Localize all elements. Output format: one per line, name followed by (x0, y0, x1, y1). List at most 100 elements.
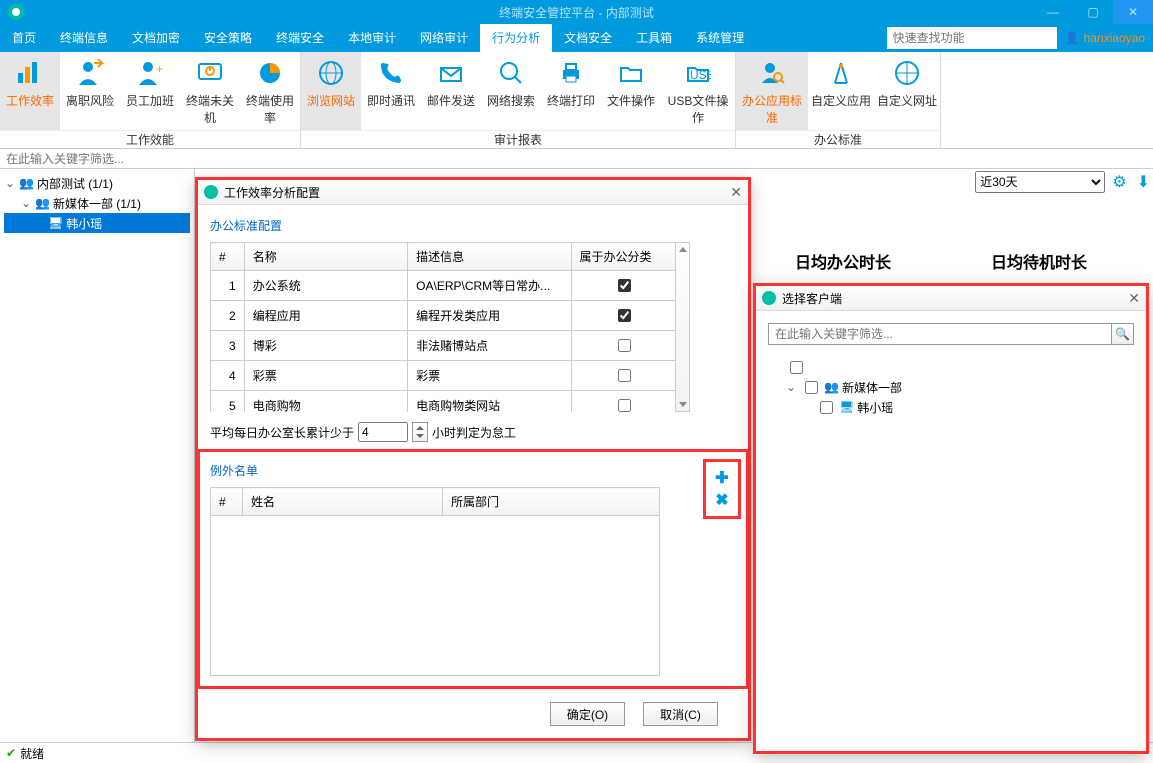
col-desc[interactable]: 描述信息 (408, 243, 571, 271)
client-root-checkbox[interactable] (790, 361, 803, 374)
ribbon-email[interactable]: 邮件发送 (421, 52, 481, 130)
dialog1-title: 工作效率分析配置 (224, 184, 320, 201)
status-text: 就绪 (20, 745, 44, 762)
dialog-logo-icon (204, 185, 218, 199)
exception-add-button[interactable]: ✚ (712, 468, 732, 488)
client-tree-root[interactable] (768, 357, 1134, 377)
category-checkbox[interactable] (618, 339, 631, 352)
stat-office-time: 日均办公时长 (795, 249, 891, 273)
menu-local-audit[interactable]: 本地审计 (336, 24, 408, 52)
avg-hours-input[interactable] (358, 422, 408, 442)
client-search-button[interactable]: 🔍 (1112, 323, 1134, 345)
expand-icon[interactable]: ⌄ (20, 196, 32, 210)
dialog1-close-icon[interactable]: ✕ (730, 184, 742, 201)
ribbon-usb-ops[interactable]: USBUSB文件操作 (661, 52, 735, 130)
table-row: 1办公系统OA\ERP\CRM等日常办... (211, 271, 677, 301)
compass-icon (826, 58, 856, 88)
col-name[interactable]: 名称 (244, 243, 407, 271)
client-tree-group[interactable]: ⌄ 👥 新媒体一部 (768, 377, 1134, 397)
menu-system-management[interactable]: 系统管理 (684, 24, 756, 52)
menu-terminal-security[interactable]: 终端安全 (264, 24, 336, 52)
search-globe-icon (496, 58, 526, 88)
table-row: 5电商购物电商购物类网站 (211, 391, 677, 413)
menu-doc-security[interactable]: 文档安全 (552, 24, 624, 52)
dialog-logo-icon (762, 291, 776, 305)
tree-group[interactable]: ⌄ 👥 新媒体一部 (1/1) (4, 193, 190, 213)
ribbon-overtime[interactable]: +员工加班 (120, 52, 180, 130)
maximize-button[interactable]: ▢ (1073, 0, 1113, 24)
settings-icon[interactable]: ⚙ (1109, 172, 1129, 192)
dialog1-cancel-button[interactable]: 取消(C) (643, 702, 718, 726)
client-tree-leaf[interactable]: 🖥 韩小瑶 (768, 397, 1134, 417)
menu-security-policy[interactable]: 安全策略 (192, 24, 264, 52)
menu-home[interactable]: 首页 (0, 24, 48, 52)
ribbon-custom-url[interactable]: 自定义网址 (874, 52, 940, 130)
client-tree: ⌄ 👥 新媒体一部 🖥 韩小瑶 (756, 357, 1146, 417)
ribbon-group-label-efficiency: 工作效能 (0, 130, 300, 148)
user-add-icon: + (135, 58, 165, 88)
client-leaf-checkbox[interactable] (820, 401, 833, 414)
hours-spinner[interactable] (412, 422, 428, 442)
dialog1-titlebar[interactable]: 工作效率分析配置 ✕ (198, 180, 748, 205)
menu-network-audit[interactable]: 网络审计 (408, 24, 480, 52)
quick-search-input[interactable] (887, 27, 1057, 49)
ribbon-custom-app[interactable]: 自定义应用 (808, 52, 874, 130)
download-icon[interactable]: ⬇ (1134, 172, 1153, 192)
computer-icon: 🖥 (839, 400, 854, 414)
printer-icon (556, 58, 586, 88)
ribbon-work-efficiency[interactable]: 工作效率 (0, 52, 60, 130)
ribbon-file-ops[interactable]: 文件操作 (601, 52, 661, 130)
current-user[interactable]: 👤 hanxiaoyao (1057, 31, 1153, 45)
client-search-input[interactable] (768, 323, 1112, 345)
tree-leaf[interactable]: 🖥 韩小瑶 (4, 213, 190, 233)
main-menu: 首页 终端信息 文档加密 安全策略 终端安全 本地审计 网络审计 行为分析 文档… (0, 24, 1153, 52)
users-icon: 👥 (35, 196, 50, 210)
table-row: 4彩票彩票 (211, 361, 677, 391)
exc-col-dept[interactable]: 所属部门 (443, 488, 660, 516)
computer-icon: 🖥 (48, 216, 63, 230)
table-row: 3博彩非法赌博站点 (211, 331, 677, 361)
expand-icon[interactable]: ⌄ (4, 176, 16, 190)
ribbon-usage-rate[interactable]: 终端使用率 (240, 52, 300, 130)
ribbon-resignation-risk[interactable]: 离职风险 (60, 52, 120, 130)
exception-table: # 姓名 所属部门 (210, 487, 660, 516)
menu-behavior-analysis[interactable]: 行为分析 (480, 24, 552, 52)
minimize-button[interactable]: — (1033, 0, 1073, 24)
category-checkbox[interactable] (618, 399, 631, 412)
usb-icon: USB (683, 58, 713, 88)
time-range-select[interactable]: 近30天 (975, 171, 1105, 193)
exc-col-name[interactable]: 姓名 (243, 488, 443, 516)
ribbon-print[interactable]: 终端打印 (541, 52, 601, 130)
exception-remove-button[interactable]: ✖ (712, 490, 732, 510)
exc-col-index[interactable]: # (211, 488, 243, 516)
exception-list-title: 例外名单 (210, 462, 736, 479)
category-checkbox[interactable] (618, 279, 631, 292)
expand-icon[interactable]: ⌄ (786, 380, 798, 394)
globe2-icon (892, 58, 922, 88)
org-tree: ⌄ 👥 内部测试 (1/1) ⌄ 👥 新媒体一部 (1/1) 🖥 韩小瑶 (0, 169, 195, 742)
table-scrollbar[interactable] (675, 242, 690, 412)
user-exit-icon (75, 58, 105, 88)
tree-root[interactable]: ⌄ 👥 内部测试 (1/1) (4, 173, 190, 193)
tree-filter-input[interactable] (0, 149, 195, 168)
filter-row (0, 149, 1153, 169)
menu-toolbox[interactable]: 工具箱 (624, 24, 684, 52)
col-index[interactable]: # (211, 243, 245, 271)
menu-terminal-info[interactable]: 终端信息 (48, 24, 120, 52)
ribbon-not-shutdown[interactable]: 终端未关机 (180, 52, 240, 130)
office-standard-table: # 名称 描述信息 属于办公分类 1办公系统OA\ERP\CRM等日常办... … (210, 242, 677, 412)
category-checkbox[interactable] (618, 369, 631, 382)
close-button[interactable]: ✕ (1113, 0, 1153, 24)
dialog2-close-icon[interactable]: ✕ (1128, 290, 1140, 307)
ribbon-office-app-standard[interactable]: 办公应用标准 (736, 52, 808, 130)
dialog2-titlebar[interactable]: 选择客户端 ✕ (756, 286, 1146, 311)
ribbon-im[interactable]: 即时通讯 (361, 52, 421, 130)
dialog1-ok-button[interactable]: 确定(O) (550, 702, 625, 726)
ribbon-browse-web[interactable]: 浏览网站 (301, 52, 361, 130)
ribbon-web-search[interactable]: 网络搜索 (481, 52, 541, 130)
exception-table-body[interactable] (210, 516, 660, 676)
client-group-checkbox[interactable] (805, 381, 818, 394)
col-category[interactable]: 属于办公分类 (571, 243, 676, 271)
category-checkbox[interactable] (618, 309, 631, 322)
menu-doc-encrypt[interactable]: 文档加密 (120, 24, 192, 52)
